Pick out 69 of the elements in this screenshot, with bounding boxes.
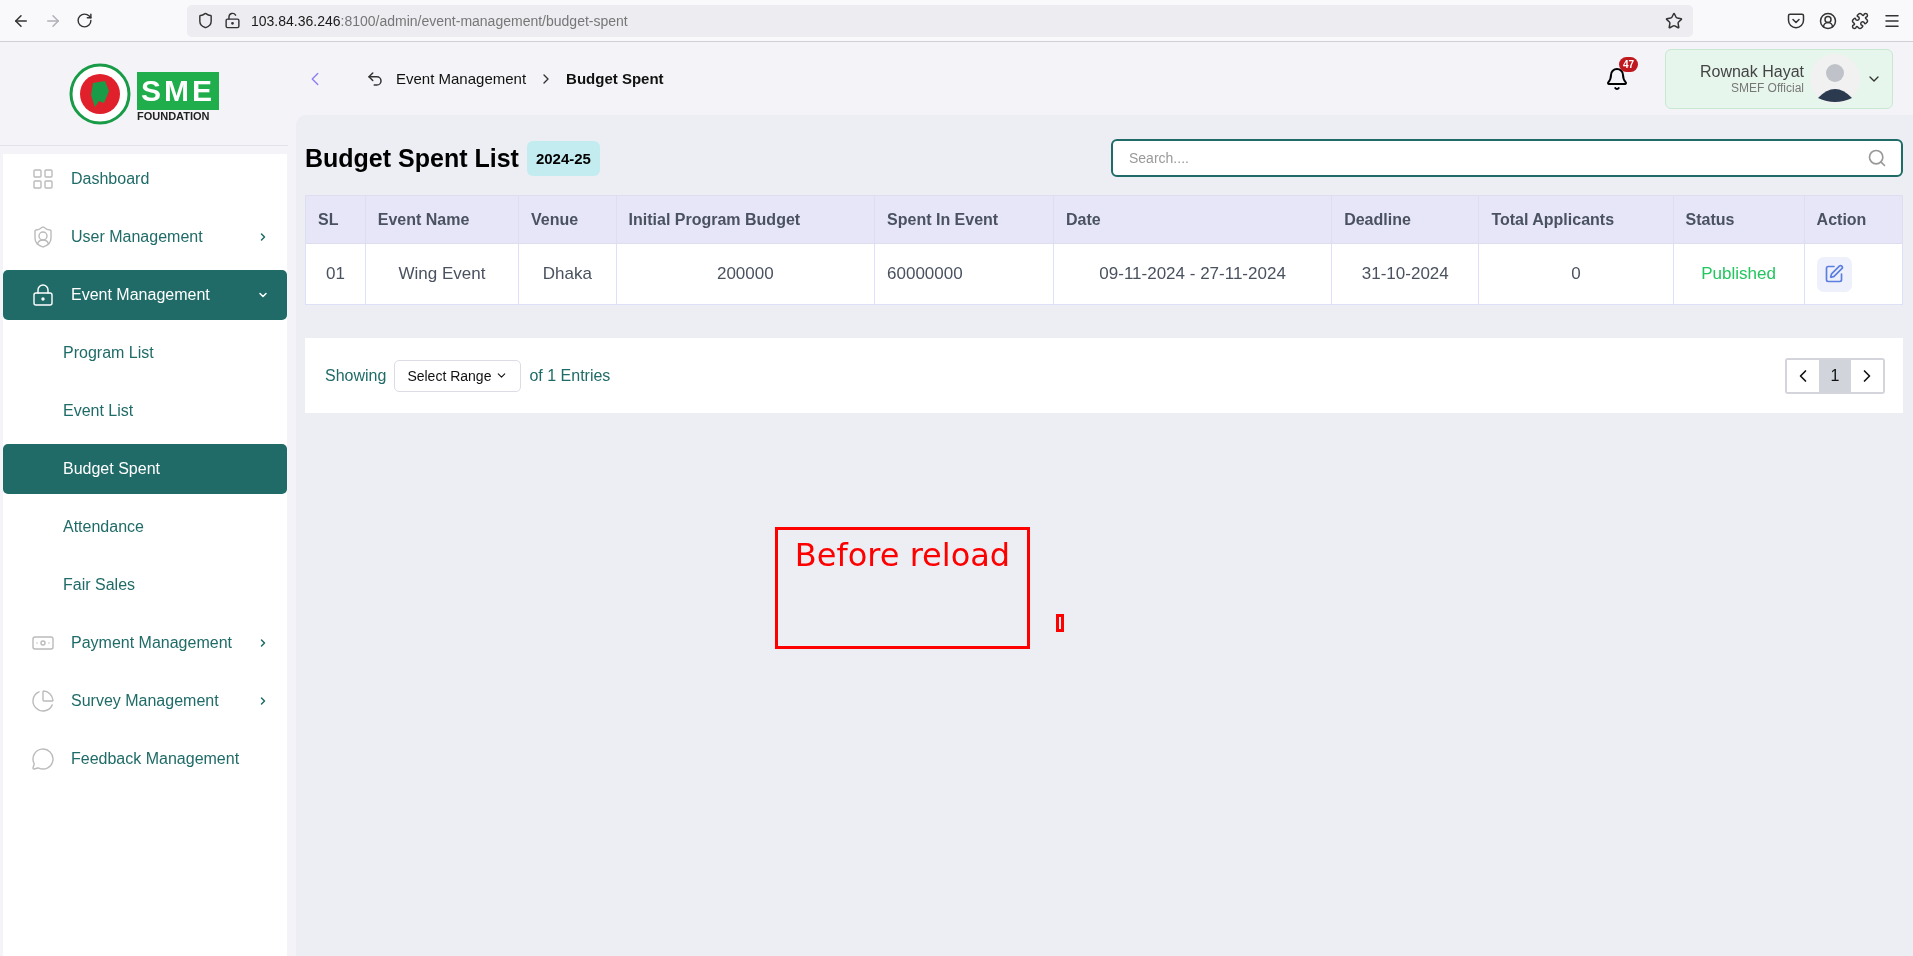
year-badge: 2024-25 xyxy=(526,140,600,176)
star-icon[interactable] xyxy=(1665,11,1683,30)
showing-label: Showing xyxy=(325,366,387,385)
user-menu[interactable]: Rownak Hayat SMEF Official xyxy=(1665,48,1893,109)
sidebar-subitem[interactable]: Attendance xyxy=(3,502,287,552)
table-cell: 09-11-2024 - 27-11-2024 xyxy=(1053,243,1332,305)
column-header: Deadline xyxy=(1331,195,1479,244)
search-bar[interactable]: Search.... xyxy=(1111,139,1903,177)
page-title: Budget Spent List xyxy=(305,143,519,173)
table-cell: 0 xyxy=(1478,243,1674,305)
column-header: Date xyxy=(1053,195,1332,244)
column-header: Spent In Event xyxy=(874,195,1054,244)
column-header: Action xyxy=(1804,195,1903,244)
lock-icon xyxy=(31,283,55,307)
range-select[interactable]: Select Range xyxy=(394,359,522,392)
table-cell: Wing Event xyxy=(365,243,519,305)
shield-icon xyxy=(197,12,214,29)
puzzle-icon[interactable] xyxy=(1851,11,1869,30)
grid-icon xyxy=(31,167,55,191)
notification-badge: 47 xyxy=(1619,56,1639,72)
column-header: SL xyxy=(305,195,366,244)
sidebar-item[interactable]: Payment Management xyxy=(3,618,287,668)
table-cell: 60000000 xyxy=(874,243,1054,305)
emblem-icon xyxy=(69,62,131,125)
sidebar-item[interactable]: Survey Management xyxy=(3,676,287,726)
sidebar-subitem[interactable]: Program List xyxy=(3,328,287,378)
breadcrumb-item[interactable]: Event Management xyxy=(396,70,527,87)
table-cell: 200000 xyxy=(616,243,875,305)
page-button[interactable]: 1 xyxy=(1819,359,1851,392)
column-header: Total Applicants xyxy=(1478,195,1674,244)
pocket-icon[interactable] xyxy=(1787,11,1805,30)
avatar-silhouette xyxy=(1810,53,1860,104)
url-host: 103.84.36.246 xyxy=(251,12,341,29)
status-text: Published xyxy=(1673,243,1805,305)
sidebar-subitem[interactable]: Budget Spent xyxy=(3,444,287,494)
column-header: Status xyxy=(1673,195,1805,244)
sidebar-item[interactable]: User Management xyxy=(3,212,287,262)
user-role: SMEF Official xyxy=(1730,80,1804,95)
chat-icon xyxy=(31,747,55,771)
user-name: Rownak Hayat xyxy=(1699,62,1804,81)
account-icon[interactable] xyxy=(1819,11,1837,30)
url-path: :8100/admin/event-management/budget-spent xyxy=(340,12,628,29)
pie-chart-icon xyxy=(31,689,55,713)
search-field[interactable]: Search.... xyxy=(1127,149,1867,167)
sidebar-item[interactable]: Feedback Management xyxy=(3,734,287,784)
column-header: Event Name xyxy=(365,195,519,244)
shield-user-icon xyxy=(31,225,55,249)
search-icon xyxy=(1867,148,1887,168)
table-cell: 01 xyxy=(305,243,366,305)
undo-icon[interactable] xyxy=(366,69,384,88)
sidebar-subitem[interactable]: Event List xyxy=(3,386,287,436)
sidebar-item[interactable]: Dashboard xyxy=(3,154,287,204)
column-header: Initial Program Budget xyxy=(616,195,875,244)
bell-icon[interactable] xyxy=(1605,66,1629,91)
table-cell: Dhaka xyxy=(518,243,617,305)
sidebar-item[interactable]: Event Management xyxy=(3,270,287,320)
edit-button[interactable] xyxy=(1816,256,1852,292)
edit-icon xyxy=(1824,264,1845,284)
address-bar[interactable]: 103.84.36.246:8100/admin/event-management/budget-spent xyxy=(187,4,1693,37)
entries-label: of 1 Entries xyxy=(529,366,611,385)
breadcrumb-item: Budget Spent xyxy=(566,70,664,87)
sidebar-subitem[interactable]: Fair Sales xyxy=(3,560,287,610)
table-cell: 31-10-2024 xyxy=(1331,243,1479,305)
reload-icon[interactable] xyxy=(76,12,93,29)
annotation-mark xyxy=(1056,614,1064,632)
lock-icon xyxy=(224,12,241,29)
logo-tagline: FOUNDATION xyxy=(137,109,210,122)
column-header: Venue xyxy=(518,195,617,244)
annotation-label: Before reload xyxy=(794,536,1011,576)
